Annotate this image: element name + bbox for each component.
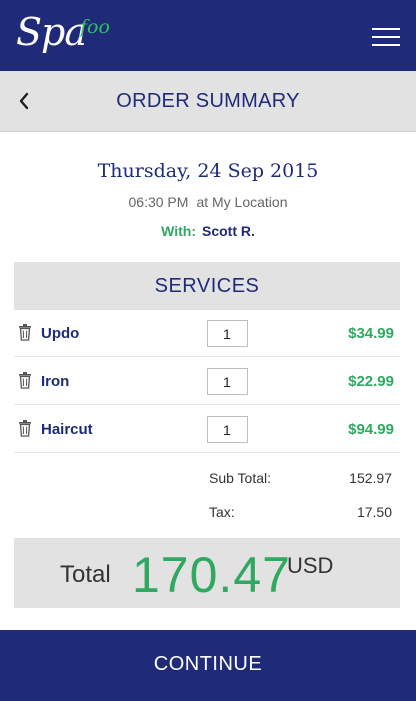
spafoo-logo[interactable]: Spa foo (16, 10, 116, 62)
service-price: $94.99 (348, 421, 394, 438)
stylist-name: Scott R. (201, 223, 255, 239)
service-name: Haircut (41, 421, 93, 438)
total-panel: Total 170.47 USD (14, 538, 400, 608)
appointment-location: at My Location (196, 194, 288, 210)
total-label: Total (60, 561, 111, 588)
logo-main-text: Spa (16, 10, 87, 54)
top-bar: Spa foo (0, 0, 416, 71)
total-amount: 170.47 (132, 547, 291, 603)
service-row: Iron $22.99 (14, 358, 400, 405)
service-price: $22.99 (348, 373, 394, 390)
stylist-row: With: Scott R. (0, 223, 416, 239)
service-row: Haircut $94.99 (14, 406, 400, 453)
logo-sub-text: foo (80, 16, 110, 38)
with-label: With: (161, 223, 196, 239)
quantity-input[interactable] (207, 368, 248, 395)
continue-button[interactable]: CONTINUE (0, 630, 416, 701)
tax-value: 17.50 (356, 504, 392, 520)
trash-icon[interactable] (18, 420, 32, 437)
service-price: $34.99 (348, 325, 394, 342)
service-name: Updo (41, 325, 80, 342)
trash-icon[interactable] (18, 324, 32, 341)
appointment-date: Thursday, 24 Sep 2015 (97, 160, 319, 182)
subtotal-label: Sub Total: (209, 470, 272, 486)
appointment-time-row: 06:30 PM at My Location (0, 194, 416, 210)
hamburger-menu-icon[interactable] (372, 26, 400, 46)
total-currency: USD (287, 553, 334, 578)
service-row: Updo $34.99 (14, 310, 400, 357)
service-name: Iron (41, 373, 70, 390)
quantity-input[interactable] (207, 416, 248, 443)
quantity-input[interactable] (207, 320, 248, 347)
subtotal-value: 152.97 (349, 470, 392, 486)
tax-label: Tax: (209, 504, 235, 520)
page-title: ORDER SUMMARY (116, 90, 300, 112)
appointment-time: 06:30 PM (128, 194, 189, 210)
trash-icon[interactable] (18, 372, 32, 389)
services-header: SERVICES (14, 262, 400, 310)
title-bar: ORDER SUMMARY (0, 71, 416, 132)
